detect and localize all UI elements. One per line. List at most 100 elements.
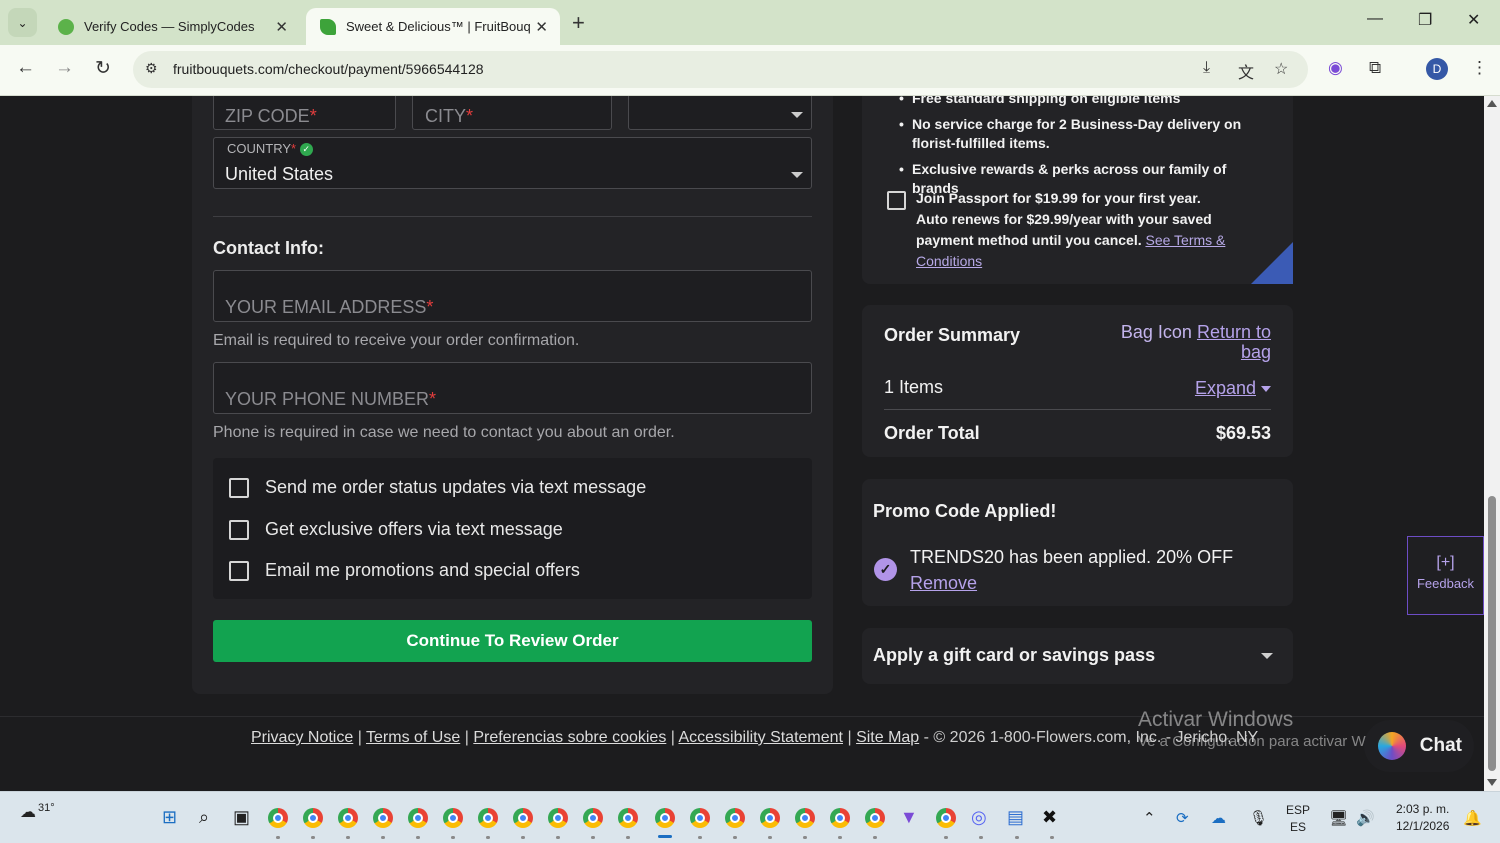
email-field[interactable]: YOUR EMAIL ADDRESS* [213,270,812,322]
forward-icon[interactable]: → [55,57,74,79]
scroll-down-icon[interactable] [1487,779,1497,786]
extensions-puzzle-icon[interactable]: ⧉ [1369,58,1381,78]
email-promotions-option[interactable]: Email me promotions and special offers [229,560,580,581]
tab-title: Sweet & Delicious™ | FruitBouquets [346,19,530,34]
chrome-icon[interactable] [936,808,956,828]
sms-offers-checkbox[interactable] [229,519,249,540]
discord-icon[interactable]: ◎ [971,807,987,827]
chevron-up-icon[interactable]: ⌃ [1143,809,1156,827]
tab-simplycodes[interactable]: Verify Codes — SimplyCodes ✕ [44,8,300,45]
chrome-icon[interactable] [865,808,885,828]
notepad-icon[interactable]: ▤ [1007,807,1024,827]
new-tab-icon[interactable]: + [572,10,585,36]
restore-icon[interactable]: ❐ [1418,10,1432,30]
site-map-link[interactable]: Site Map [856,729,919,746]
chrome-icon[interactable] [373,808,393,828]
minimize-icon[interactable]: — [1367,10,1383,28]
email-promotions-checkbox[interactable] [229,560,249,581]
chat-icon [1378,732,1406,760]
scrollbar[interactable] [1484,96,1500,791]
state-select[interactable] [628,96,812,130]
return-to-bag-link[interactable]: Return to bag [1197,322,1271,362]
notifications-icon[interactable]: 🔔 [1463,809,1482,827]
chevron-down-icon: ⌄ [17,15,28,30]
chrome-icon[interactable] [583,808,603,828]
remove-promo-link[interactable]: Remove [910,573,977,593]
clock[interactable]: 2:03 p. m. 12/1/2026 [1396,801,1449,835]
gift-card-toggle[interactable]: Apply a gift card or savings pass [862,628,1293,684]
close-tab-icon[interactable]: ✕ [275,18,288,36]
tab-fruitbouquets[interactable]: Sweet & Delicious™ | FruitBouquets ✕ [306,8,560,45]
chrome-icon[interactable] [655,808,675,828]
chat-label: Chat [1419,735,1462,756]
email-help-text: Email is required to receive your order … [213,332,580,349]
site-info-icon[interactable]: ⚙ [145,60,158,77]
profile-avatar[interactable]: D [1426,58,1448,80]
tab-search-button[interactable]: ⌄ [8,8,37,37]
network-icon[interactable]: 🖥 [1329,809,1348,827]
chrome-icon[interactable] [760,808,780,828]
accessibility-link[interactable]: Accessibility Statement [678,729,843,746]
feedback-label: Feedback [1416,576,1475,591]
city-input[interactable]: CITY* [412,96,612,130]
chrome-icon[interactable] [303,808,323,828]
close-tab-icon[interactable]: ✕ [535,18,548,36]
weather-widget[interactable]: ☁ 31° [20,802,55,822]
chrome-icon[interactable] [795,808,815,828]
reload-icon[interactable]: ↻ [95,57,111,80]
contact-info-heading: Contact Info: [213,238,324,258]
extension-icon[interactable]: ◉ [1328,58,1343,78]
chrome-icon[interactable] [690,808,710,828]
running-indicator [626,836,630,839]
microphone-icon[interactable]: 🎙 [1249,809,1268,827]
vpn-icon[interactable]: ▼ [900,807,918,827]
chrome-icon[interactable] [513,808,533,828]
search-icon[interactable]: ⌕ [199,807,209,827]
country-select[interactable]: COUNTRY* ✓ United States [213,137,812,189]
expand-button[interactable]: Expand [1195,378,1271,399]
chrome-icon[interactable] [618,808,638,828]
chrome-icon[interactable] [338,808,358,828]
chrome-icon[interactable] [443,808,463,828]
phone-field[interactable]: YOUR PHONE NUMBER* [213,362,812,414]
chrome-icon[interactable] [548,808,568,828]
cookie-preferences-link[interactable]: Preferencias sobre cookies [473,729,666,746]
sms-offers-option[interactable]: Get exclusive offers via text message [229,519,563,540]
volume-icon[interactable]: 🔊 [1356,809,1375,827]
capcut-icon[interactable]: ✖ [1042,807,1057,827]
chrome-icon[interactable] [478,808,498,828]
terms-of-use-link[interactable]: Terms of Use [366,729,460,746]
privacy-notice-link[interactable]: Privacy Notice [251,729,353,746]
address-bar[interactable]: ⚙ fruitbouquets.com/checkout/payment/596… [133,51,1308,88]
city-placeholder: CITY* [425,106,474,126]
menu-kebab-icon[interactable]: ⋮ [1471,58,1488,78]
back-icon[interactable]: ← [16,57,35,79]
task-view-icon[interactable]: ▣ [233,807,250,827]
sms-status-option[interactable]: Send me order status updates via text me… [229,477,646,498]
bookmark-star-icon[interactable]: ☆ [1274,59,1288,79]
install-app-icon[interactable]: ⤓ [1203,59,1210,77]
join-passport-checkbox[interactable] [887,191,906,210]
continue-to-review-button[interactable]: Continue To Review Order [213,620,812,662]
chat-button[interactable]: Chat [1364,720,1474,772]
scrollbar-thumb[interactable] [1488,496,1496,771]
chrome-icon[interactable] [830,808,850,828]
chrome-icon[interactable] [408,808,428,828]
zip-code-input[interactable]: ZIP CODE* [213,96,396,130]
language-indicator[interactable]: ESP ES [1286,802,1310,836]
feedback-button[interactable]: [+] Feedback [1407,536,1484,615]
translate-icon[interactable]: 文 [1238,59,1254,83]
windows-taskbar: ☁ 31° ⊞ ⌕ ▣ ▼ ◎ ▤ ✖ ⌃ ⟳ ☁ 🎙 ESP ES 🖥 🔊 2… [0,791,1500,843]
chrome-icon[interactable] [725,808,745,828]
scroll-up-icon[interactable] [1487,100,1497,107]
running-indicator [1015,836,1019,839]
sync-icon[interactable]: ⟳ [1176,809,1189,827]
onedrive-icon[interactable]: ☁ [1211,809,1226,827]
windows-start-icon[interactable]: ⊞ [162,807,177,827]
running-indicator [838,836,842,839]
close-window-icon[interactable]: ✕ [1467,10,1480,30]
gift-card-label: Apply a gift card or savings pass [873,645,1156,665]
valid-check-icon: ✓ [299,143,313,156]
sms-status-checkbox[interactable] [229,477,249,498]
chrome-icon[interactable] [268,808,288,828]
